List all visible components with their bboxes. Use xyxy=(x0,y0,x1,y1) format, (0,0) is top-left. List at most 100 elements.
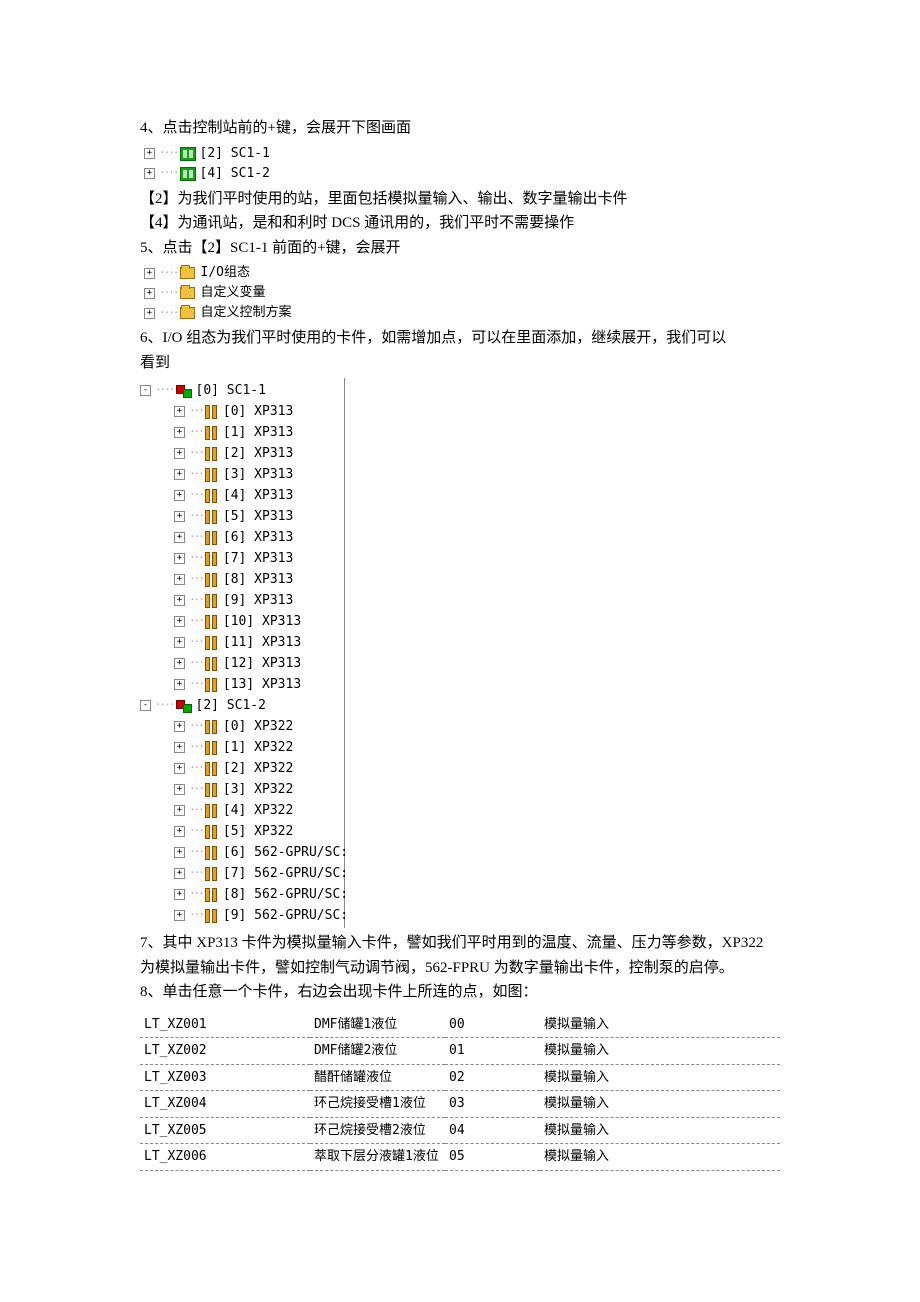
card-node[interactable]: +···[3] XP313 xyxy=(140,464,344,485)
card-node[interactable]: +···[8] 562-GPRU/SC: xyxy=(140,884,344,905)
tree-connector: ··· xyxy=(189,823,203,840)
expand-icon[interactable]: + xyxy=(174,742,185,753)
tree-connector: ··· xyxy=(189,655,203,672)
tree-connector: ··· xyxy=(189,676,203,693)
point-desc: 环己烷接受槽2液位 xyxy=(310,1117,445,1144)
paragraph-6b: 看到 xyxy=(140,352,780,375)
expand-icon[interactable]: + xyxy=(144,168,155,179)
expand-icon[interactable]: + xyxy=(174,805,185,816)
card-node[interactable]: +···[7] 562-GPRU/SC: xyxy=(140,863,344,884)
expand-icon[interactable]: + xyxy=(174,637,185,648)
collapse-icon[interactable]: - xyxy=(140,385,151,396)
card-node[interactable]: +···[0] XP313 xyxy=(140,401,344,422)
station-node[interactable]: +····[4] SC1-2 xyxy=(144,164,780,184)
point-channel: 03 xyxy=(445,1091,540,1118)
card-icon xyxy=(205,825,219,839)
station-node[interactable]: +····[2] SC1-1 xyxy=(144,144,780,164)
card-node[interactable]: +···[2] XP313 xyxy=(140,443,344,464)
table-row[interactable]: LT_XZ006萃取下层分液罐1液位05模拟量输入 xyxy=(140,1144,780,1171)
collapse-icon[interactable]: - xyxy=(140,700,151,711)
table-row[interactable]: LT_XZ003醋酐储罐液位02模拟量输入 xyxy=(140,1064,780,1091)
station-icon xyxy=(180,147,196,161)
card-node[interactable]: +···[0] XP322 xyxy=(140,716,344,737)
card-label: [0] XP313 xyxy=(223,402,293,422)
card-node[interactable]: +···[11] XP313 xyxy=(140,632,344,653)
table-row[interactable]: LT_XZ002DMF储罐2液位01模拟量输入 xyxy=(140,1038,780,1065)
card-node[interactable]: +···[6] 562-GPRU/SC: xyxy=(140,842,344,863)
expand-icon[interactable]: + xyxy=(174,406,185,417)
expand-icon[interactable]: + xyxy=(144,288,155,299)
expand-icon[interactable]: + xyxy=(174,448,185,459)
tree-connector: ··· xyxy=(189,592,203,609)
expand-icon[interactable]: + xyxy=(174,784,185,795)
expand-icon[interactable]: + xyxy=(174,868,185,879)
card-icon xyxy=(205,762,219,776)
expand-icon[interactable]: + xyxy=(174,679,185,690)
expand-icon[interactable]: + xyxy=(174,427,185,438)
expand-icon[interactable]: + xyxy=(174,595,185,606)
folder-node[interactable]: +····自定义控制方案 xyxy=(144,303,780,323)
point-type: 模拟量输入 xyxy=(540,1091,780,1118)
card-icon xyxy=(205,447,219,461)
card-node[interactable]: +···[2] XP322 xyxy=(140,758,344,779)
card-node[interactable]: +···[9] XP313 xyxy=(140,590,344,611)
expand-icon[interactable]: + xyxy=(174,469,185,480)
sc-group-node[interactable]: -····[0] SC1-1 xyxy=(140,380,344,401)
point-type: 模拟量输入 xyxy=(540,1012,780,1038)
card-node[interactable]: +···[9] 562-GPRU/SC: xyxy=(140,905,344,926)
card-icon xyxy=(205,573,219,587)
table-row[interactable]: LT_XZ001DMF储罐1液位00模拟量输入 xyxy=(140,1012,780,1038)
expand-icon[interactable]: + xyxy=(174,721,185,732)
card-label: [7] 562-GPRU/SC: xyxy=(223,864,348,884)
expand-icon[interactable]: + xyxy=(174,889,185,900)
tree-connector: ··· xyxy=(189,907,203,924)
point-channel: 04 xyxy=(445,1117,540,1144)
card-node[interactable]: +···[5] XP313 xyxy=(140,506,344,527)
card-node[interactable]: +···[8] XP313 xyxy=(140,569,344,590)
card-node[interactable]: +···[4] XP322 xyxy=(140,800,344,821)
card-node[interactable]: +···[3] XP322 xyxy=(140,779,344,800)
expand-icon[interactable]: + xyxy=(174,826,185,837)
card-node[interactable]: +···[7] XP313 xyxy=(140,548,344,569)
expand-icon[interactable]: + xyxy=(174,532,185,543)
expand-icon[interactable]: + xyxy=(174,490,185,501)
card-label: [1] XP322 xyxy=(223,738,293,758)
expand-icon[interactable]: + xyxy=(174,658,185,669)
expand-icon[interactable]: + xyxy=(144,268,155,279)
expand-icon[interactable]: + xyxy=(174,553,185,564)
tree-connector: ··· xyxy=(189,487,203,504)
card-label: [12] XP313 xyxy=(223,654,301,674)
card-label: [10] XP313 xyxy=(223,612,301,632)
folder-node[interactable]: +····自定义变量 xyxy=(144,283,780,303)
tree-connector: ···· xyxy=(155,382,174,399)
sc-group-node[interactable]: -····[2] SC1-2 xyxy=(140,695,344,716)
table-row[interactable]: LT_XZ005环己烷接受槽2液位04模拟量输入 xyxy=(140,1117,780,1144)
card-icon xyxy=(205,531,219,545)
card-node[interactable]: + ··· [1] XP322 xyxy=(140,737,344,758)
expand-icon[interactable]: + xyxy=(174,847,185,858)
point-type: 模拟量输入 xyxy=(540,1144,780,1171)
expand-icon[interactable]: + xyxy=(174,511,185,522)
card-node[interactable]: +···[4] XP313 xyxy=(140,485,344,506)
table-row[interactable]: LT_XZ004环己烷接受槽1液位03模拟量输入 xyxy=(140,1091,780,1118)
expand-icon[interactable]: + xyxy=(174,616,185,627)
expand-icon[interactable]: + xyxy=(174,763,185,774)
tree-connector: ··· xyxy=(189,529,203,546)
card-node[interactable]: + ··· [12] XP313 xyxy=(140,653,344,674)
card-node[interactable]: +···[5] XP322 xyxy=(140,821,344,842)
expand-icon[interactable]: + xyxy=(174,574,185,585)
point-type: 模拟量输入 xyxy=(540,1038,780,1065)
tree-connector: ··· xyxy=(189,739,203,756)
point-tag: LT_XZ001 xyxy=(140,1012,310,1038)
expand-icon[interactable]: + xyxy=(174,910,185,921)
card-node[interactable]: +···[10] XP313 xyxy=(140,611,344,632)
expand-icon[interactable]: + xyxy=(144,308,155,319)
card-label: [6] XP313 xyxy=(223,528,293,548)
tree-connector: ··· xyxy=(189,571,203,588)
expand-icon[interactable]: + xyxy=(144,148,155,159)
card-node[interactable]: +···[13] XP313 xyxy=(140,674,344,695)
card-node[interactable]: +···[1] XP313 xyxy=(140,422,344,443)
folder-node[interactable]: +····I/O组态 xyxy=(144,263,780,283)
card-node[interactable]: + ··· [6] XP313 xyxy=(140,527,344,548)
paragraph-4: 4、点击控制站前的+键，会展开下图画面 xyxy=(140,117,780,140)
